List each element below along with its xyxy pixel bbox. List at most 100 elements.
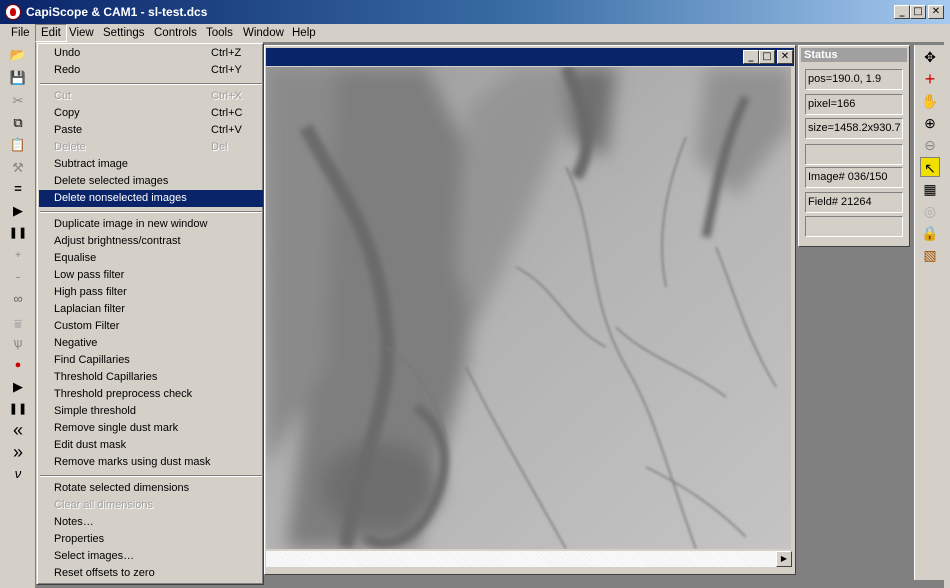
menu-help[interactable]: Help bbox=[287, 24, 321, 42]
menu-item-delete: Delete Del bbox=[39, 139, 263, 156]
menu-separator bbox=[40, 475, 262, 477]
menu-item-equalise[interactable]: Equalise bbox=[39, 250, 263, 267]
doc-minimize-button[interactable]: _ bbox=[743, 50, 759, 64]
menu-item-negative[interactable]: Negative bbox=[39, 335, 263, 352]
menu-item-label: Properties bbox=[54, 533, 105, 545]
menu-item-shortcut: Ctrl+Y bbox=[211, 64, 242, 76]
menu-item-undo[interactable]: Undo Ctrl+Z bbox=[39, 45, 263, 62]
zoom-in-icon[interactable]: ⊕ bbox=[920, 113, 940, 133]
scroll-track[interactable] bbox=[266, 551, 776, 567]
crosshair-icon[interactable]: + bbox=[920, 69, 940, 89]
fast-forward-icon[interactable]: » bbox=[7, 443, 29, 461]
menu-item-label: Remove single dust mark bbox=[54, 422, 179, 434]
menu-item-high-pass-filter[interactable]: High pass filter bbox=[39, 284, 263, 301]
target-icon[interactable]: ◎ bbox=[920, 201, 940, 221]
menu-item-remove-marks-using-dust-mask[interactable]: Remove marks using dust mask bbox=[39, 454, 263, 471]
record-icon[interactable]: ● bbox=[7, 356, 29, 374]
menu-separator bbox=[40, 211, 262, 213]
app-logo-icon bbox=[5, 4, 21, 20]
minimize-button[interactable]: _ bbox=[894, 5, 910, 19]
menu-item-edit-dust-mask[interactable]: Edit dust mask bbox=[39, 437, 263, 454]
cut-icon[interactable]: ✂ bbox=[7, 92, 29, 110]
menu-bar: File Edit View Settings Controls Tools W… bbox=[0, 24, 950, 42]
menu-tools[interactable]: Tools bbox=[201, 24, 238, 42]
open-folder-icon[interactable]: 📂 bbox=[7, 46, 29, 64]
menu-item-threshold-preprocess-check[interactable]: Threshold preprocess check bbox=[39, 386, 263, 403]
menu-item-notes[interactable]: Notes… bbox=[39, 514, 263, 531]
glasses-icon[interactable]: ∞ bbox=[7, 290, 29, 308]
menu-item-label: Delete bbox=[54, 141, 86, 153]
app-title-bar: CapiScope & CAM1 - sl-test.dcs _ □ ✕ bbox=[0, 0, 950, 24]
velocity-icon[interactable]: ν bbox=[7, 465, 29, 483]
play-2-icon[interactable]: ▶ bbox=[7, 378, 29, 396]
copy-icon[interactable]: ⧉ bbox=[7, 114, 29, 132]
scroll-right-arrow-icon[interactable]: ▶ bbox=[776, 551, 792, 567]
lock-icon[interactable]: 🔒 bbox=[920, 223, 940, 243]
rewind-icon[interactable]: « bbox=[7, 421, 29, 439]
menu-item-laplacian-filter[interactable]: Laplacian filter bbox=[39, 301, 263, 318]
menu-item-label: Select images… bbox=[54, 550, 135, 562]
menu-edit[interactable]: Edit bbox=[35, 24, 67, 42]
wand-icon[interactable]: ⚒ bbox=[7, 159, 29, 177]
menu-item-duplicate-image-in-new-window[interactable]: Duplicate image in new window bbox=[39, 216, 263, 233]
menu-item-label: Find Capillaries bbox=[54, 354, 130, 366]
menu-item-delete-selected-images[interactable]: Delete selected images bbox=[39, 173, 263, 190]
menu-file[interactable]: File bbox=[6, 24, 35, 42]
play-icon[interactable]: ▶ bbox=[7, 202, 29, 220]
menu-item-adjust-brightness-contrast[interactable]: Adjust brightness/contrast bbox=[39, 233, 263, 250]
menu-settings[interactable]: Settings bbox=[98, 24, 150, 42]
app-title: CapiScope & CAM1 - sl-test.dcs bbox=[26, 5, 208, 19]
image-icon[interactable]: ▧ bbox=[920, 245, 940, 265]
menu-item-label: Laplacian filter bbox=[54, 303, 125, 315]
menu-item-remove-single-dust-mark[interactable]: Remove single dust mark bbox=[39, 420, 263, 437]
menu-item-reset-offsets-to-zero[interactable]: Reset offsets to zero bbox=[39, 565, 263, 582]
menu-item-rotate-selected-dimensions[interactable]: Rotate selected dimensions bbox=[39, 480, 263, 497]
menu-item-subtract-image[interactable]: Subtract image bbox=[39, 156, 263, 173]
move-icon[interactable]: ✥ bbox=[920, 47, 940, 67]
menu-item-threshold-capillaries[interactable]: Threshold Capillaries bbox=[39, 369, 263, 386]
grid-icon[interactable]: ▦ bbox=[920, 179, 940, 199]
menu-item-delete-nonselected-images[interactable]: Delete nonselected images bbox=[39, 190, 263, 207]
capillary-image[interactable] bbox=[266, 67, 791, 549]
pause-icon[interactable]: ❚❚ bbox=[7, 224, 29, 242]
paste-icon[interactable]: 📋 bbox=[7, 136, 29, 154]
menu-item-paste[interactable]: Paste Ctrl+V bbox=[39, 122, 263, 139]
menu-item-label: Paste bbox=[54, 124, 83, 136]
menu-item-shortcut: Ctrl+V bbox=[211, 124, 242, 136]
pointer-icon[interactable]: ↖ bbox=[920, 157, 940, 177]
hand-icon[interactable]: ✋ bbox=[920, 91, 940, 111]
menu-item-low-pass-filter[interactable]: Low pass filter bbox=[39, 267, 263, 284]
doc-maximize-button[interactable]: □ bbox=[759, 50, 775, 64]
image-horizontal-scrollbar[interactable]: ▶ bbox=[266, 549, 794, 571]
sample-icon[interactable]: ѱ bbox=[7, 334, 29, 352]
menu-window[interactable]: Window bbox=[238, 24, 289, 42]
pause-2-icon[interactable]: ❚❚ bbox=[7, 400, 29, 418]
menu-item-copy[interactable]: Copy Ctrl+C bbox=[39, 105, 263, 122]
menu-item-custom-filter[interactable]: Custom Filter bbox=[39, 318, 263, 335]
menu-item-find-capillaries[interactable]: Find Capillaries bbox=[39, 352, 263, 369]
menu-item-label: Notes… bbox=[54, 516, 94, 528]
status-title: Status bbox=[801, 48, 907, 62]
save-icon[interactable]: 💾 bbox=[7, 69, 29, 87]
filter-icon[interactable]: ⩸ bbox=[7, 315, 29, 333]
left-toolbar: 📂 💾 ✂ ⧉ 📋 ⚒ = ▶ ❚❚ + - ∞ ⩸ ѱ ● ▶ ❚❚ « » … bbox=[0, 42, 36, 588]
zoom-out-icon[interactable]: ⊖ bbox=[920, 135, 940, 155]
menu-item-clear-all-dimensions: Clear all dimensions bbox=[39, 497, 263, 514]
menu-view[interactable]: View bbox=[64, 24, 99, 42]
menu-item-properties[interactable]: Properties bbox=[39, 531, 263, 548]
minus-icon[interactable]: - bbox=[7, 268, 29, 286]
menu-item-simple-threshold[interactable]: Simple threshold bbox=[39, 403, 263, 420]
close-button[interactable]: ✕ bbox=[928, 5, 944, 19]
right-edge-scrollbar[interactable] bbox=[944, 42, 950, 588]
plus-icon[interactable]: + bbox=[7, 247, 29, 265]
doc-close-button[interactable]: ✕ bbox=[777, 50, 793, 64]
menu-controls[interactable]: Controls bbox=[149, 24, 202, 42]
menu-item-redo[interactable]: Redo Ctrl+Y bbox=[39, 62, 263, 79]
equals-icon[interactable]: = bbox=[7, 180, 29, 198]
status-size: size=1458.2x930.7 bbox=[805, 118, 903, 139]
menu-item-label: Low pass filter bbox=[54, 269, 125, 281]
maximize-button[interactable]: □ bbox=[910, 5, 926, 19]
menu-item-label: Edit dust mask bbox=[54, 439, 127, 451]
menu-item-select-images[interactable]: Select images… bbox=[39, 548, 263, 565]
menu-item-label: Negative bbox=[54, 337, 98, 349]
